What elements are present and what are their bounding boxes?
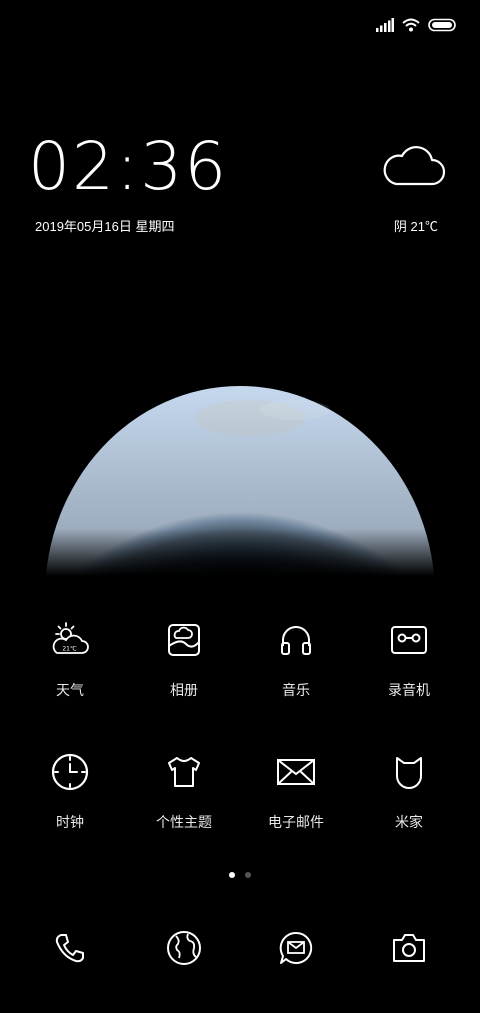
signal-icon <box>376 18 394 32</box>
app-label: 音乐 <box>282 682 310 698</box>
mijia-icon <box>387 750 431 794</box>
app-email[interactable]: 电子邮件 <box>240 750 352 832</box>
app-mijia[interactable]: 米家 <box>353 750 465 832</box>
app-themes[interactable]: 个性主题 <box>128 750 240 832</box>
phone-icon[interactable] <box>48 928 92 968</box>
mail-icon <box>274 750 318 794</box>
messages-icon[interactable] <box>274 928 318 968</box>
dock <box>0 928 480 968</box>
wifi-icon <box>402 18 420 32</box>
status-bar <box>376 14 458 36</box>
gallery-icon <box>162 618 206 662</box>
app-gallery[interactable]: 相册 <box>128 618 240 700</box>
battery-icon <box>428 18 456 32</box>
lockscreen-time[interactable]: 02:36 <box>28 134 228 200</box>
app-label: 录音机 <box>388 682 430 698</box>
app-label: 米家 <box>395 814 423 830</box>
weather-icon: 21℃ <box>48 618 92 662</box>
app-label: 相册 <box>170 682 198 698</box>
lockscreen-date: 2019年05月16日 星期四 <box>35 219 175 234</box>
app-music[interactable]: 音乐 <box>240 618 352 700</box>
app-label: 电子邮件 <box>268 814 324 830</box>
tshirt-icon <box>162 750 206 794</box>
page-indicator[interactable] <box>0 872 480 878</box>
recorder-icon <box>387 618 431 662</box>
page-dot-active[interactable] <box>229 872 235 878</box>
weather-summary: 阴 21℃ <box>393 219 438 234</box>
app-label: 天气 <box>56 682 84 698</box>
camera-icon[interactable] <box>387 928 431 968</box>
cloud-icon[interactable] <box>380 140 446 194</box>
weather-icon-temp: 21℃ <box>62 646 77 653</box>
app-clock[interactable]: 时钟 <box>14 750 126 832</box>
clock-icon <box>48 750 92 794</box>
page-dot[interactable] <box>245 872 251 878</box>
app-label: 个性主题 <box>156 814 212 830</box>
app-label: 时钟 <box>56 814 84 830</box>
headphones-icon <box>274 618 318 662</box>
app-weather[interactable]: 21℃ 天气 <box>14 618 126 700</box>
browser-globe-icon[interactable] <box>162 928 206 968</box>
earth-wallpaper <box>45 386 435 576</box>
app-recorder[interactable]: 录音机 <box>353 618 465 700</box>
